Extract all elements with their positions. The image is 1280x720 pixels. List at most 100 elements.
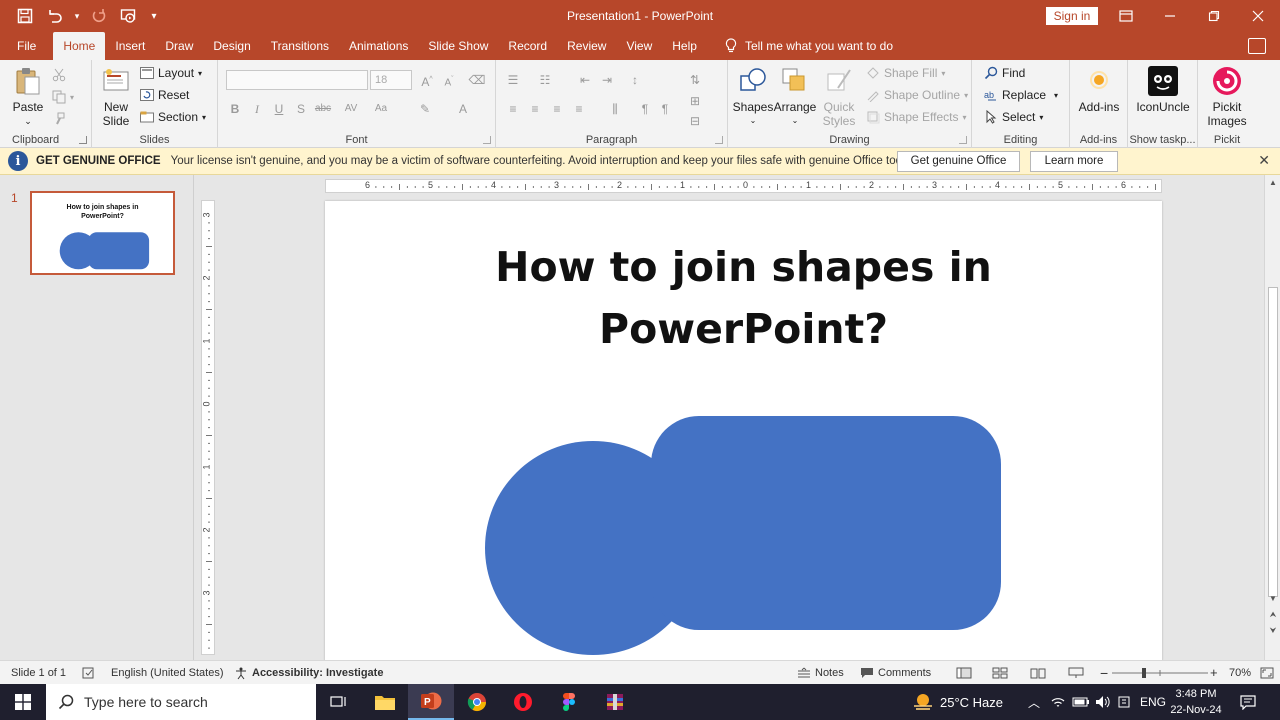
decrease-font-icon[interactable]: Aˇ [440,71,458,89]
accessibility-button[interactable]: Accessibility: Investigate [234,661,383,685]
align-right-icon[interactable]: ≡ [548,100,566,118]
merged-shape[interactable] [325,201,1162,660]
slide-show-icon[interactable] [1068,661,1084,685]
dialog-launcher-icon[interactable] [483,136,491,144]
zoom-level[interactable]: 70% [1229,661,1251,685]
volume-icon[interactable] [1095,684,1111,720]
bullets-icon[interactable]: ☰ [504,71,522,89]
replace-button[interactable]: ab Replace ▾ [984,88,1058,102]
tab-design[interactable]: Design [203,32,260,60]
tab-record[interactable]: Record [498,32,557,60]
ribbon-display-options-icon[interactable] [1104,0,1148,32]
show-hidden-icons[interactable]: ︿ [1028,684,1040,720]
smartart-icon[interactable]: ⊟ [686,112,704,130]
minimize-icon[interactable] [1148,0,1192,32]
fit-slide-icon[interactable] [1260,661,1274,685]
strikethrough-icon[interactable]: abc [314,100,332,118]
cut-button[interactable] [52,68,66,82]
shape-effects-button[interactable]: Shape Effects ▾ [866,110,967,124]
normal-view-icon[interactable] [956,661,972,685]
learn-more-button[interactable]: Learn more [1030,151,1118,172]
weather-widget[interactable]: 25°C Haze [912,684,1003,720]
next-slide-icon[interactable]: ⮟ [1267,625,1279,637]
format-painter-button[interactable] [52,112,66,126]
tab-animations[interactable]: Animations [339,32,418,60]
vertical-scrollbar[interactable]: ▲ ▼ ⮝ ⮟ [1264,175,1280,660]
system-clock[interactable]: 3:48 PM 22-Nov-24 [1166,686,1226,718]
notification-center-icon[interactable] [1240,684,1256,720]
close-icon[interactable] [1236,0,1280,32]
dialog-launcher-icon[interactable] [959,136,967,144]
zoom-out-icon[interactable]: − [1100,661,1108,685]
align-left-icon[interactable]: ≡ [504,100,522,118]
file-explorer-icon[interactable] [362,684,408,720]
powerpoint-taskbar-icon[interactable]: P [408,684,454,720]
reset-button[interactable]: Reset [140,88,189,102]
rounded-rectangle-shape[interactable] [651,416,1001,630]
maximize-icon[interactable] [1192,0,1236,32]
arrange-button[interactable]: Arrange ⌄ [774,66,816,128]
language-indicator[interactable]: English (United States) [111,661,224,685]
undo-dropdown-icon[interactable]: ▾ [72,3,82,29]
shape-fill-button[interactable]: Shape Fill ▾ [866,66,945,80]
winrar-icon[interactable] [592,684,638,720]
task-view-icon[interactable] [316,684,362,720]
iconuncle-button[interactable]: IconUncle [1134,66,1192,114]
line-spacing-icon[interactable]: ↕ [626,71,644,89]
tab-insert[interactable]: Insert [105,32,155,60]
font-name-combo[interactable] [226,70,368,90]
get-genuine-office-button[interactable]: Get genuine Office [897,151,1020,172]
tab-home[interactable]: Home [53,32,106,60]
character-spacing-icon[interactable]: AV [342,100,360,118]
save-icon[interactable] [12,3,38,29]
reading-view-icon[interactable] [1030,661,1046,685]
shapes-button[interactable]: Shapes ⌄ [733,66,773,128]
slide-thumbnail[interactable]: How to join shapes in PowerPoint? [30,191,175,275]
bold-icon[interactable]: B [226,100,244,118]
tab-slide-show[interactable]: Slide Show [418,32,498,60]
tab-help[interactable]: Help [662,32,707,60]
zoom-in-icon[interactable]: + [1210,661,1218,685]
undo-icon[interactable] [42,3,68,29]
notes-button[interactable]: Notes [797,661,844,685]
copy-button[interactable]: ▾ [52,90,74,104]
scroll-down-icon[interactable]: ▼ [1267,593,1279,605]
scroll-thumb[interactable] [1268,287,1278,597]
slide-sorter-icon[interactable] [992,661,1008,685]
increase-indent-icon[interactable]: ⇥ [598,71,616,89]
shape-outline-button[interactable]: Shape Outline ▾ [866,88,968,102]
previous-slide-icon[interactable]: ⮝ [1267,609,1279,621]
clear-formatting-icon[interactable]: ⌫ [468,71,486,89]
font-color-icon[interactable]: A [454,100,472,118]
shadow-icon[interactable]: S [292,100,310,118]
customize-qat-icon[interactable]: ▾ [146,3,162,29]
text-direction-icon[interactable]: ⇅ [686,71,704,89]
zoom-slider[interactable] [1112,661,1208,685]
tell-me-search[interactable]: Tell me what you want to do [707,32,893,60]
change-case-icon[interactable]: Aa [372,100,390,118]
highlight-icon[interactable]: ✎ [416,100,434,118]
start-button[interactable] [0,684,46,720]
dialog-launcher-icon[interactable] [715,136,723,144]
input-language[interactable]: ENG [1140,684,1166,720]
sign-in-button[interactable]: Sign in [1046,7,1098,25]
section-button[interactable]: Section ▾ [140,110,206,124]
pickit-images-button[interactable]: Pickit Images [1202,66,1252,128]
increase-font-icon[interactable]: A^ [418,71,436,89]
italic-icon[interactable]: I [248,100,266,118]
tab-draw[interactable]: Draw [155,32,203,60]
present-from-start-icon[interactable] [116,3,142,29]
slide-canvas[interactable]: How to join shapes in PowerPoint? [325,201,1162,660]
justify-icon[interactable]: ≡ [570,100,588,118]
quick-styles-button[interactable]: Quick Styles [820,66,858,128]
redo-icon[interactable] [86,3,112,29]
ltr-icon[interactable]: ¶ [656,100,674,118]
opera-icon[interactable] [500,684,546,720]
decrease-indent-icon[interactable]: ⇤ [576,71,594,89]
chrome-icon[interactable] [454,684,500,720]
tab-transitions[interactable]: Transitions [261,32,339,60]
font-size-combo[interactable]: 18 [370,70,412,90]
comments-button[interactable]: Comments [860,661,931,685]
columns-icon[interactable]: ⫼ [606,100,624,118]
close-banner-icon[interactable]: ✕ [1258,152,1270,169]
